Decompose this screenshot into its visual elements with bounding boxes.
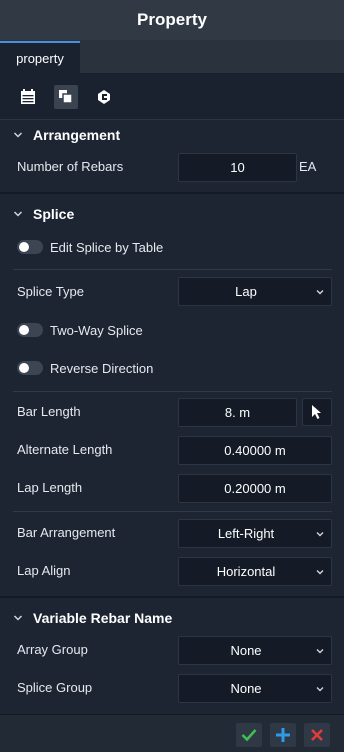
splice-group-label: Splice Group [17, 680, 93, 695]
chevron-down-icon [316, 687, 324, 692]
toggle-label: Two-Way Splice [50, 322, 143, 338]
cursor-icon [312, 405, 321, 419]
select-value: Horizontal [216, 564, 276, 579]
rebar-count-unit: EA [299, 159, 317, 174]
close-icon [311, 729, 323, 741]
divider [13, 511, 332, 512]
confirm-icon [241, 729, 257, 742]
bar-arrangement-select[interactable]: Left-Right [178, 519, 332, 548]
splice-type-label: Splice Type [17, 284, 84, 299]
section-title: Variable Rebar Name [33, 610, 173, 626]
confirm-button[interactable] [236, 723, 262, 747]
section-title: Splice [33, 206, 75, 222]
select-value: Lap [235, 284, 257, 299]
panel-title: Property [0, 0, 344, 40]
close-button[interactable] [304, 723, 330, 747]
lap-align-label: Lap Align [17, 563, 71, 578]
select-value: None [230, 643, 262, 658]
divider [13, 391, 332, 392]
section-title: Arrangement [33, 127, 121, 143]
number-of-rebars-input[interactable]: 10 [178, 153, 297, 182]
chevron-down-icon [316, 532, 324, 537]
section-divider [0, 596, 344, 598]
section-splice[interactable]: Splice [0, 200, 344, 228]
chevron-down-icon [316, 649, 324, 654]
bar-length-label: Bar Length [17, 404, 81, 419]
pick-cursor-button[interactable] [302, 398, 332, 426]
add-icon [276, 728, 290, 742]
lap-length-input[interactable]: 0.20000 m [178, 474, 332, 503]
toggle-label: Edit Splice by Table [50, 239, 164, 255]
section-arrangement[interactable]: Arrangement [0, 121, 344, 149]
lap-align-select[interactable]: Horizontal [178, 557, 332, 586]
lap-length-label: Lap Length [17, 480, 83, 495]
toggle-switch[interactable] [17, 323, 43, 337]
chevron-down-icon [13, 132, 23, 138]
calendar-icon[interactable] [16, 85, 40, 109]
two-way-splice-toggle[interactable]: Two-Way Splice [17, 320, 143, 340]
splice-group-select[interactable]: None [178, 674, 332, 703]
footer-bar [0, 714, 344, 752]
add-button[interactable] [270, 723, 296, 747]
edit-splice-by-table-toggle[interactable]: Edit Splice by Table [17, 237, 163, 257]
toggle-switch[interactable] [17, 240, 43, 254]
bar-arrangement-label: Bar Arrangement [17, 525, 116, 540]
toggle-switch[interactable] [17, 361, 43, 375]
toggle-label: Reverse Direction [50, 360, 154, 376]
tab-strip: property [0, 40, 344, 74]
array-group-select[interactable]: None [178, 636, 332, 665]
refresh-icon[interactable] [92, 85, 116, 109]
select-value: Left-Right [217, 526, 275, 541]
alternate-length-label: Alternate Length [17, 442, 113, 457]
alternate-length-input[interactable]: 0.40000 m [178, 436, 332, 465]
chevron-down-icon [13, 615, 23, 621]
array-group-label: Array Group [17, 642, 88, 657]
number-of-rebars-label: Number of Rebars [17, 159, 124, 174]
divider [13, 269, 332, 270]
section-variable-rebar-name[interactable]: Variable Rebar Name [0, 604, 344, 632]
section-divider [0, 192, 344, 194]
select-value: None [230, 681, 262, 696]
chevron-down-icon [316, 290, 324, 295]
chevron-down-icon [316, 570, 324, 575]
toolbar [0, 74, 344, 120]
reverse-direction-toggle[interactable]: Reverse Direction [17, 358, 153, 378]
tab-property[interactable]: property [0, 41, 80, 74]
property-content: Arrangement Number of Rebars 10 EA Splic… [0, 120, 344, 714]
chevron-down-icon [13, 211, 23, 217]
bar-length-input[interactable]: 8. m [178, 398, 297, 427]
splice-type-select[interactable]: Lap [178, 277, 332, 306]
layers-icon[interactable] [54, 85, 78, 109]
